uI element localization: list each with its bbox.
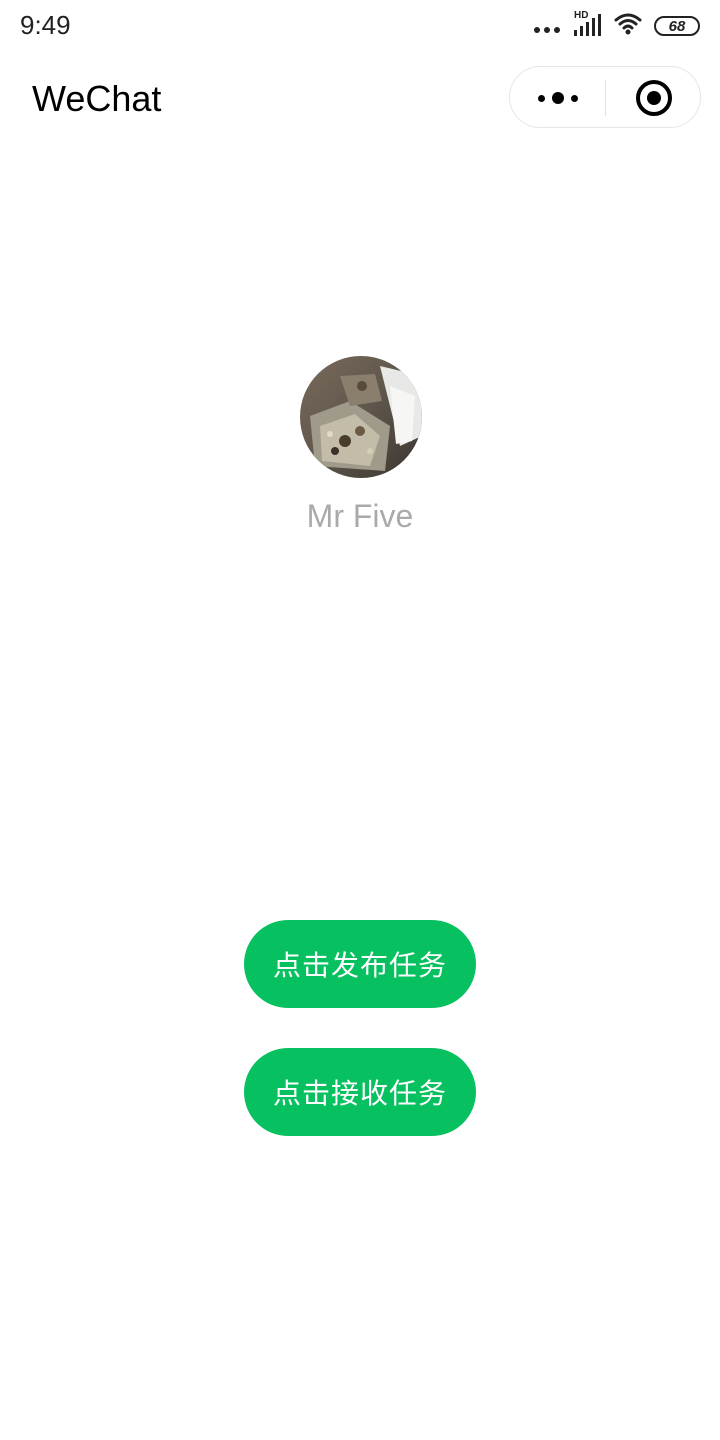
avatar (300, 356, 422, 478)
wifi-icon (614, 13, 642, 40)
target-close-icon (636, 80, 672, 116)
receive-task-button[interactable]: 点击接收任务 (244, 1048, 476, 1136)
nav-bar: WeChat (0, 52, 720, 148)
more-dots-icon-right (571, 94, 578, 102)
user-nickname: Mr Five (306, 498, 414, 534)
status-time: 9:49 (20, 10, 71, 40)
close-button[interactable] (606, 67, 702, 129)
more-dots-icon (534, 27, 560, 33)
network-badge: HD (574, 10, 589, 21)
page-title: WeChat (32, 78, 162, 119)
battery-icon: 68 (654, 16, 700, 36)
signal-icon: HD (572, 10, 602, 38)
status-bar: 9:49 HD 68 (0, 0, 720, 52)
battery-level: 68 (668, 17, 686, 35)
menu-capsule (509, 66, 701, 128)
more-dots-icon-center (552, 92, 564, 104)
more-button[interactable] (510, 67, 606, 129)
publish-task-button[interactable]: 点击发布任务 (244, 920, 476, 1008)
more-dots-icon (538, 94, 545, 102)
status-icons: HD 68 (534, 10, 700, 40)
